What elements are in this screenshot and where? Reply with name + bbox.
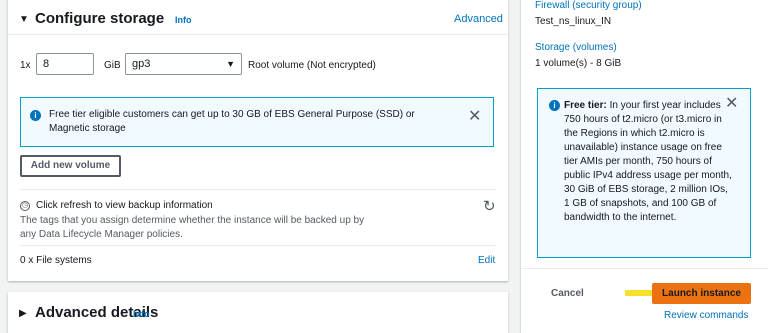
alert-text: Free tier eligible customers can get up … [49, 109, 415, 134]
edit-link[interactable]: Edit [478, 255, 495, 266]
review-commands-link[interactable]: Review commands [664, 310, 748, 321]
backup-description: The tags that you assign determine wheth… [20, 215, 365, 240]
clock-icon: ◷ [20, 201, 30, 211]
divider [20, 189, 496, 190]
free-tier-label: Free tier: [564, 100, 607, 111]
volume-type-select[interactable]: gp3 ▼ [125, 53, 242, 75]
volume-description: Root volume (Not encrypted) [248, 60, 376, 71]
storage-link[interactable]: Storage (volumes) [535, 42, 617, 53]
firewall-value: Test_ns_linux_IN [535, 16, 612, 27]
divider [8, 34, 508, 35]
free-tier-storage-alert: i Free tier eligible customers can get u… [20, 97, 494, 147]
file-systems-label: 0 x File systems [20, 255, 92, 266]
add-new-volume-button[interactable]: Add new volume [20, 155, 121, 177]
close-icon[interactable]: ✕ [725, 96, 738, 112]
info-icon: i [30, 110, 41, 121]
free-tier-body: In your first year includes 750 hours of… [564, 100, 732, 223]
volume-type-value: gp3 [132, 58, 151, 70]
divider [20, 245, 496, 246]
firewall-link[interactable]: Firewall (security group) [535, 0, 642, 11]
refresh-icon[interactable]: ↻ [483, 197, 496, 215]
info-link[interactable]: Info [175, 15, 192, 25]
size-unit-label: GiB [104, 60, 121, 71]
caret-right-icon[interactable]: ▶ [19, 308, 27, 319]
volume-size-input[interactable]: 8 [36, 53, 94, 75]
close-icon[interactable]: ✕ [468, 109, 481, 125]
caret-down-icon: ▼ [226, 59, 235, 69]
storage-value: 1 volume(s) - 8 GiB [535, 58, 622, 69]
launch-instance-button[interactable]: Launch instance [652, 283, 751, 304]
free-tier-text: Free tier: In your first year includes 7… [564, 99, 734, 225]
advanced-link[interactable]: Advanced [454, 13, 503, 25]
info-link[interactable]: Info [133, 309, 150, 319]
configure-storage-panel: ▼ Configure storage Info Advanced 1x 8 G… [8, 0, 508, 281]
highlight-pointer [625, 290, 655, 296]
advanced-details-panel[interactable]: ▶ Advanced details Info [8, 292, 508, 333]
cancel-button[interactable]: Cancel [551, 288, 584, 299]
volume-size-value: 8 [43, 58, 50, 70]
info-icon: i [549, 100, 560, 111]
caret-down-icon[interactable]: ▼ [19, 14, 29, 25]
divider [521, 268, 768, 269]
section-title: Configure storage [35, 10, 165, 27]
backup-title: Click refresh to view backup information [36, 200, 213, 211]
free-tier-alert: i Free tier: In your first year includes… [537, 88, 751, 258]
volume-count-label: 1x [20, 60, 31, 71]
